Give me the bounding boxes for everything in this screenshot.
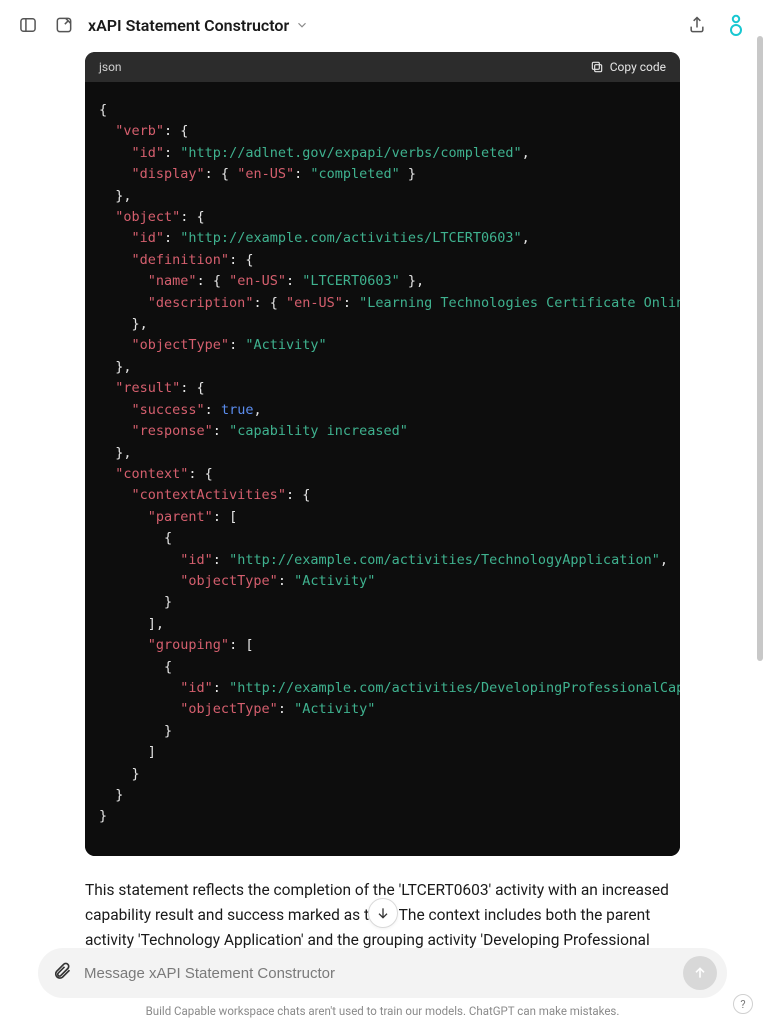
code-content[interactable]: { "verb": { "id": "http://adlnet.gov/exp…: [85, 82, 680, 856]
help-button[interactable]: ?: [733, 994, 753, 1014]
message-input[interactable]: [82, 957, 673, 990]
sidebar-toggle-icon[interactable]: [16, 13, 40, 37]
scrollbar[interactable]: [757, 36, 763, 904]
topbar-right: [685, 12, 749, 38]
scroll-to-bottom-button[interactable]: [368, 898, 398, 928]
chevron-down-icon: [295, 18, 309, 32]
new-chat-icon[interactable]: [52, 13, 76, 37]
copy-code-button[interactable]: Copy code: [590, 60, 666, 74]
main-content: json Copy code { "verb": { "id": "http:/…: [0, 52, 765, 978]
topbar: xAPI Statement Constructor: [0, 0, 765, 46]
avatar[interactable]: [723, 12, 749, 38]
send-button[interactable]: [683, 956, 717, 990]
paperclip-icon: [52, 961, 72, 981]
attach-button[interactable]: [52, 961, 72, 985]
copy-icon: [590, 60, 604, 74]
arrow-down-icon: [375, 905, 391, 921]
code-block: json Copy code { "verb": { "id": "http:/…: [85, 52, 680, 856]
copy-code-label: Copy code: [610, 60, 666, 74]
composer-row: [0, 948, 765, 998]
share-icon[interactable]: [685, 13, 709, 37]
code-lang-label: json: [99, 60, 122, 74]
code-block-header: json Copy code: [85, 52, 680, 82]
arrow-up-icon: [692, 965, 708, 981]
footnote: Build Capable workspace chats aren't use…: [0, 1004, 765, 1018]
chat-title-text: xAPI Statement Constructor: [88, 16, 289, 35]
composer: [38, 948, 727, 998]
chat-title[interactable]: xAPI Statement Constructor: [88, 16, 309, 35]
topbar-left: xAPI Statement Constructor: [16, 13, 309, 37]
scrollbar-thumb[interactable]: [757, 36, 763, 661]
